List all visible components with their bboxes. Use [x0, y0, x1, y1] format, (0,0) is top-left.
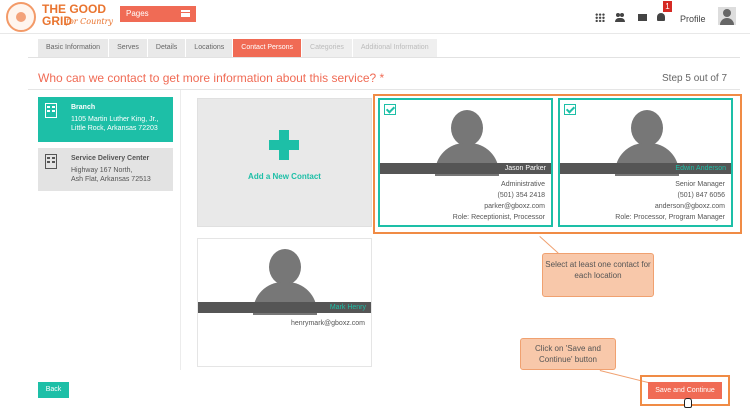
tab-additional-information: Additional Information	[352, 39, 438, 57]
apps-grid-icon[interactable]	[595, 13, 605, 22]
profile-link[interactable]: Profile	[680, 14, 706, 24]
column-divider	[180, 90, 181, 370]
tab-details[interactable]: Details	[147, 39, 187, 57]
callout-pointer	[539, 236, 559, 254]
location-item-service-delivery-center[interactable]: Service Delivery Center Highway 167 Nort…	[38, 148, 173, 191]
add-contact-label: Add a New Contact	[248, 172, 321, 181]
location-item-branch[interactable]: Branch 1105 Martin Luther King, Jr., Lit…	[38, 97, 173, 142]
contact-card-jason-parker[interactable]: Jason Parker Administrative (501) 354 24…	[378, 98, 553, 227]
contact-info: Administrative (501) 354 2418 parker@gbo…	[453, 179, 545, 223]
mail-icon[interactable]	[638, 14, 647, 21]
tab-basic-information[interactable]: Basic Information	[38, 39, 110, 57]
pages-dropdown[interactable]: Pages	[120, 6, 196, 22]
tab-locations[interactable]: Locations	[186, 39, 234, 57]
tabs-divider	[28, 57, 740, 58]
top-bar: THE GOOD GRID for Country Pages 1 Profil…	[0, 0, 750, 34]
contact-role: Role: Receptionist, Processor	[452, 214, 545, 221]
bell-icon[interactable]	[657, 13, 665, 21]
logo-icon	[6, 2, 36, 32]
callout-select-contact: Select at least one contact for each loc…	[542, 253, 654, 297]
contact-email: anderson@gboxz.com	[654, 203, 725, 210]
contact-card-mark-henry[interactable]: Mark Henry henrymark@gboxz.com	[197, 238, 372, 367]
contact-phone: (501) 847 6056	[677, 192, 725, 199]
contact-card-edwin-anderson[interactable]: Edwin Anderson Senior Manager (501) 847 …	[558, 98, 733, 227]
building-icon	[45, 154, 57, 169]
contact-email: parker@gboxz.com	[484, 203, 545, 210]
hand-cursor-icon	[684, 398, 692, 408]
contact-info: henrymark@gboxz.com	[291, 318, 365, 329]
location-address-line1: 1105 Martin Luther King, Jr.,	[71, 116, 159, 123]
location-address-line1: Highway 167 North,	[71, 167, 133, 174]
checkbox-checked-icon[interactable]	[564, 104, 576, 115]
contact-name: Jason Parker	[380, 163, 551, 174]
checkbox-checked-icon[interactable]	[384, 104, 396, 115]
location-title: Service Delivery Center	[71, 155, 150, 162]
contact-role: Role: Processor, Program Manager	[615, 214, 725, 221]
header-divider	[28, 89, 740, 90]
contact-name: Edwin Anderson	[560, 163, 731, 174]
back-button[interactable]: Back	[38, 382, 69, 398]
building-icon	[45, 103, 57, 118]
users-icon[interactable]	[615, 13, 625, 22]
tab-categories: Categories	[302, 39, 353, 57]
contact-title: Senior Manager	[675, 181, 725, 188]
tab-contact-persons[interactable]: Contact Persons	[233, 39, 303, 57]
page-question: Who can we contact to get more informati…	[38, 71, 385, 85]
location-address-line2: Little Rock, Arkansas 72203	[71, 125, 158, 132]
logo[interactable]: THE GOOD GRID for Country	[6, 2, 126, 32]
add-contact-card[interactable]: Add a New Contact	[197, 98, 372, 227]
notification-badge: 1	[663, 1, 672, 12]
contact-email: henrymark@gboxz.com	[290, 320, 365, 327]
step-tabs: Basic Information Serves Details Locatio…	[38, 39, 438, 57]
contact-info: Senior Manager (501) 847 6056 anderson@g…	[615, 179, 725, 223]
avatar[interactable]	[718, 7, 736, 25]
pages-label: Pages	[126, 9, 149, 18]
location-title: Branch	[71, 104, 96, 111]
step-indicator: Step 5 out of 7	[662, 73, 728, 84]
save-and-continue-button[interactable]: Save and Continue	[648, 382, 722, 399]
location-address-line2: Ash Flat, Arkansas 72513	[71, 176, 151, 183]
contact-name: Mark Henry	[198, 302, 371, 313]
tab-serves[interactable]: Serves	[109, 39, 148, 57]
logo-subtitle: for Country	[66, 17, 113, 26]
plus-icon	[269, 130, 299, 160]
callout-save: Click on 'Save and Continue' button	[520, 338, 616, 370]
contact-phone: (501) 354 2418	[497, 192, 545, 199]
menu-icon	[181, 10, 190, 17]
contact-title: Administrative	[501, 181, 545, 188]
